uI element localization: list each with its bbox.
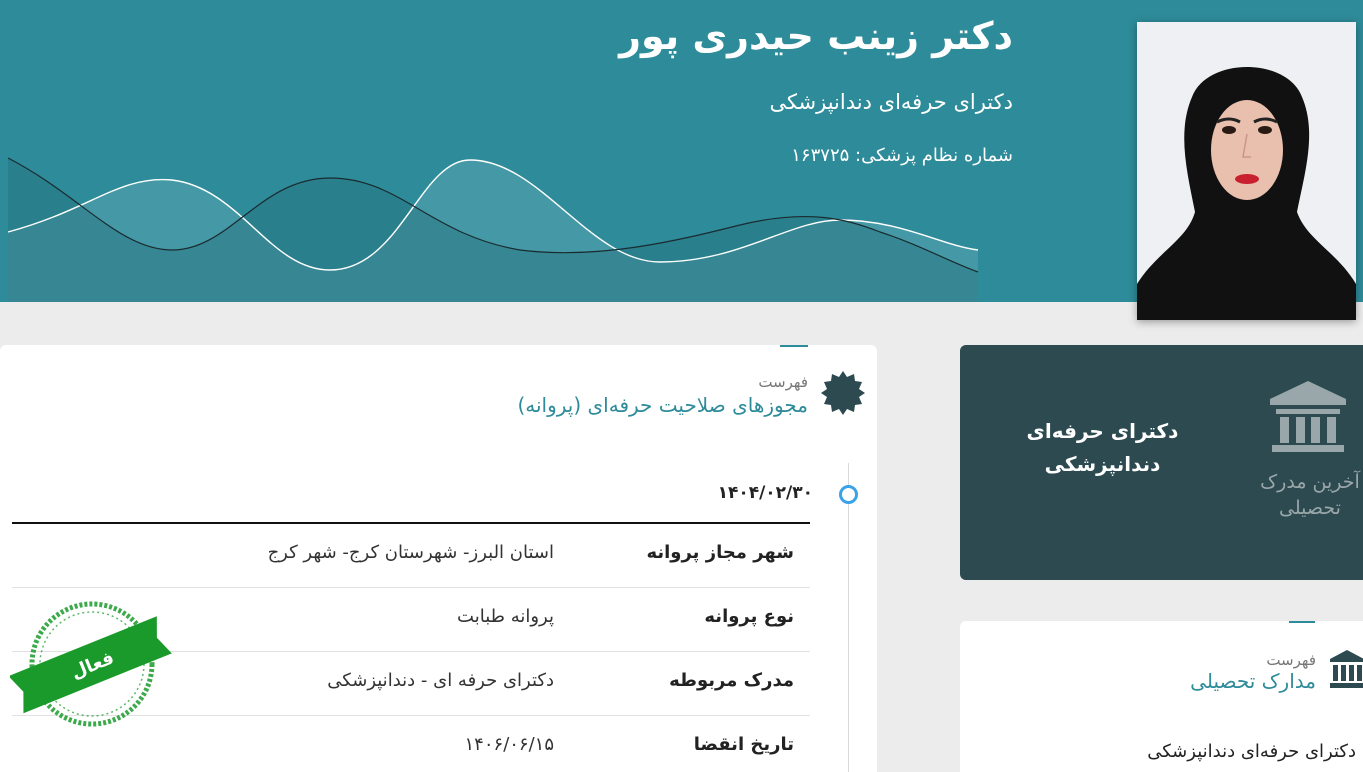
education-card: فهرست مدارک تحصیلی دکترای حرفه‌ای دندانپ… [960, 621, 1363, 772]
certificate-badge-icon [821, 371, 865, 415]
education-item[interactable]: دکترای حرفه‌ای دندانپزشکی [1147, 741, 1356, 762]
licenses-kicker: فهرست [758, 373, 808, 391]
license-label: شماره نظام پزشکی: [855, 145, 1013, 166]
license-date: ۱۴۰۴/۰۲/۳۰ [717, 483, 813, 503]
row-value: دکترای حرفه ای - دندانپزشکی [327, 670, 554, 691]
row-value: استان البرز- شهرستان کرج- شهر کرج [267, 542, 554, 563]
doctor-photo [1137, 22, 1356, 320]
timeline-dot [839, 485, 858, 504]
portrait-image [1137, 22, 1356, 320]
card-accent [780, 345, 808, 347]
doctor-degree: دکترای حرفه‌ای دندانپزشکی [769, 90, 1013, 114]
license-number: ۱۶۳۷۲۵ [791, 145, 850, 166]
table-row: شهر مجاز پروانه استان البرز- شهرستان کرج… [12, 524, 810, 588]
last-degree-caption: آخرین مدرک تحصیلی [1260, 471, 1360, 519]
row-label: نوع پروانه [704, 606, 794, 627]
institution-icon [1330, 650, 1363, 688]
education-kicker: فهرست [1266, 651, 1316, 669]
last-degree-tile: آخرین مدرک تحصیلی دکترای حرفه‌ای دندانپز… [960, 345, 1363, 580]
last-degree-title: دکترای حرفه‌ای دندانپزشکی [1026, 419, 1179, 476]
education-title: مدارک تحصیلی [1190, 669, 1316, 693]
row-label: شهر مجاز پروانه [646, 542, 794, 563]
doctor-name: دکتر زینب حیدری پور [619, 14, 1013, 58]
timeline-line [848, 463, 849, 772]
row-label: تاریخ انقضا [693, 734, 794, 755]
licenses-title: مجوزهای صلاحیت حرفه‌ای (پروانه) [517, 393, 808, 417]
row-value: پروانه طبابت [457, 606, 554, 627]
card-accent [1289, 621, 1315, 623]
medical-council-number: شماره نظام پزشکی: ۱۶۳۷۲۵ [791, 145, 1013, 166]
institution-icon [1270, 381, 1346, 452]
row-label: مدرک مربوطه [669, 670, 794, 691]
row-value: ۱۴۰۶/۰۶/۱۵ [464, 734, 554, 755]
active-status-stamp: فعال [10, 601, 172, 727]
